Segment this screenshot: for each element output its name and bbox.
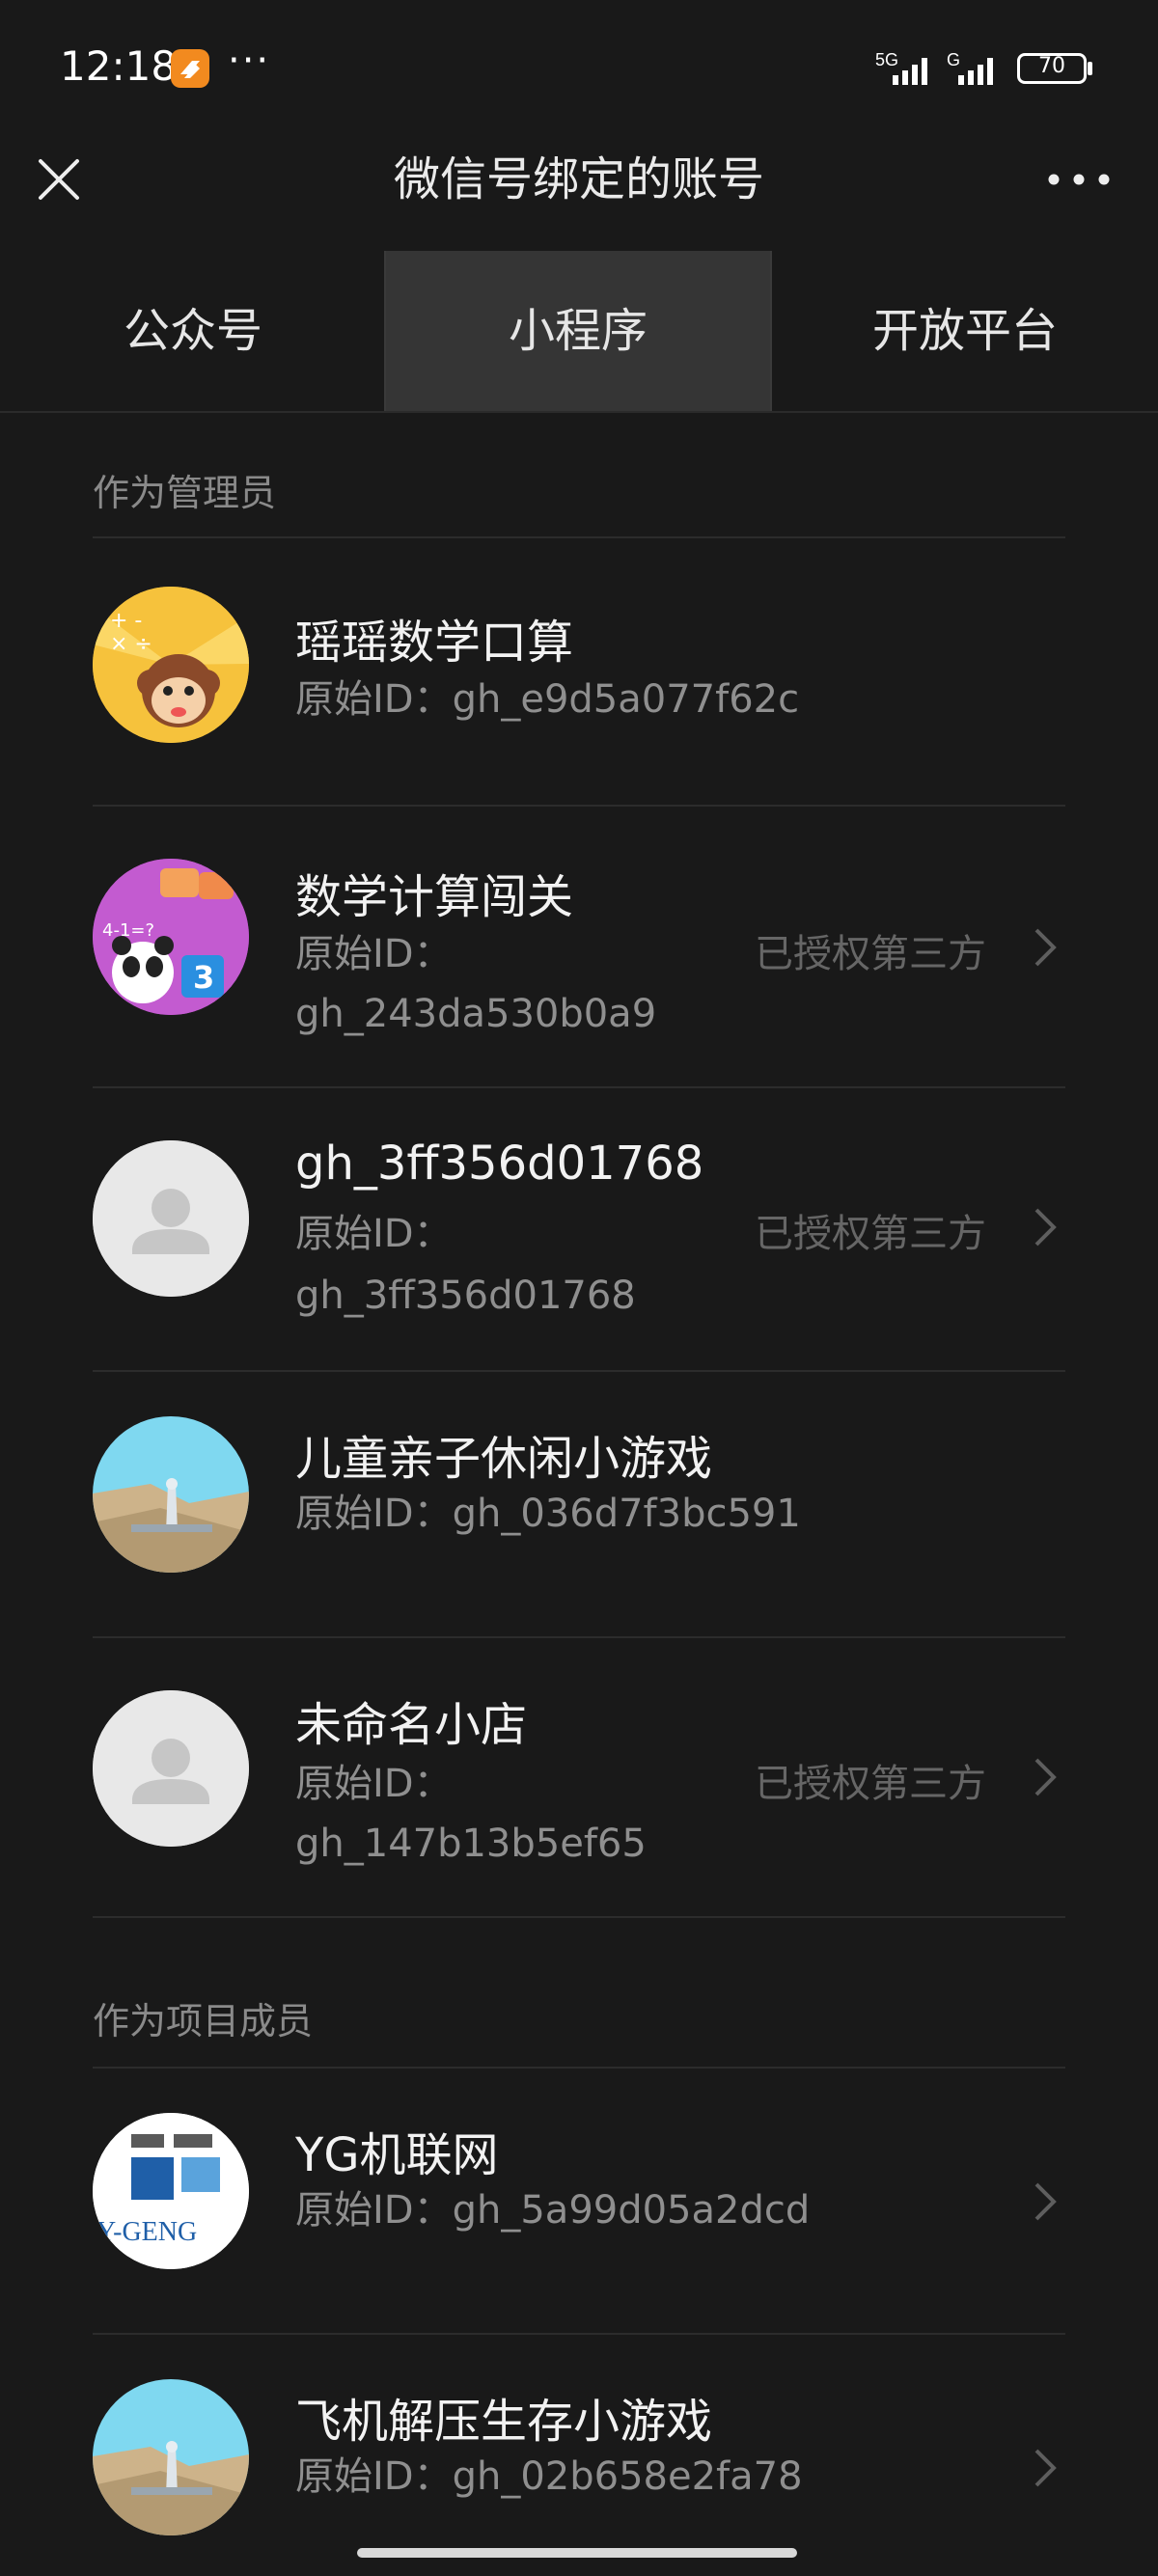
item-id-label: 原始ID： [295, 1212, 453, 1256]
authorized-status: 已授权第三方 [755, 932, 986, 976]
item-name: gh_3ff356d01768 [295, 1137, 704, 1191]
status-time: 12:18 [60, 42, 178, 90]
airplane-icon [93, 1416, 249, 1573]
yg-logo-icon: Y-GENG [93, 2113, 249, 2269]
tab-open-platform[interactable]: 开放平台 [772, 251, 1158, 411]
item-name: 瑶瑶数学口算 [295, 616, 574, 670]
item-name: YG机联网 [295, 2128, 499, 2182]
chevron-right-icon [1034, 1208, 1057, 1247]
item-id: gh_147b13b5ef65 [295, 1822, 647, 1866]
item-id: gh_243da530b0a9 [295, 992, 657, 1036]
monkey-math-icon: + - × ÷ [93, 587, 249, 743]
item-name: 儿童亲子休闲小游戏 [295, 1432, 713, 1486]
list-item[interactable]: + - × ÷ 瑶瑶数学口算 原始ID：gh_e9d5a077f62c [0, 538, 1158, 805]
battery-level: 70 [1038, 54, 1065, 78]
tab-official-accounts[interactable]: 公众号 [0, 251, 386, 411]
notification-app-icon [171, 49, 209, 88]
item-name: 数学计算闯关 [295, 870, 574, 924]
default-person-icon [93, 1140, 249, 1297]
list-item[interactable]: 4-1=? 3 数学计算闯关 原始ID： gh_243da530b0a9 已授权… [0, 807, 1158, 1086]
list-item[interactable]: Y-GENG YG机联网 原始ID：gh_5a99d05a2dcd [0, 2069, 1158, 2333]
chevron-right-icon [1034, 2182, 1057, 2221]
more-options-icon[interactable] [1042, 154, 1116, 205]
tab-bar: 公众号 小程序 开放平台 [0, 251, 1158, 413]
signal-icon: 5G G [875, 50, 993, 85]
default-person-icon [93, 1690, 249, 1847]
list-item[interactable]: 儿童亲子休闲小游戏 原始ID：gh_036d7f3bc591 [0, 1372, 1158, 1636]
svg-text:× ÷: × ÷ [110, 632, 152, 656]
page-title: 微信号绑定的账号 [393, 152, 764, 206]
divider [93, 1916, 1065, 1918]
battery-cap [1088, 62, 1092, 75]
item-id: 原始ID：gh_02b658e2fa78 [295, 2454, 803, 2499]
network-2-label: G [947, 50, 960, 69]
network-1-label: 5G [875, 50, 898, 69]
item-name: 飞机解压生存小游戏 [295, 2395, 713, 2449]
svg-text:+ -: + - [110, 609, 142, 633]
more-notifications-icon: ··· [228, 39, 271, 83]
item-id-label: 原始ID： [295, 1762, 453, 1806]
chevron-right-icon [1034, 928, 1057, 967]
yg-logo-text: Y-GENG [96, 2217, 197, 2247]
section-title-admin: 作为管理员 [93, 472, 277, 514]
item-id: 原始ID：gh_5a99d05a2dcd [295, 2188, 811, 2233]
list-item[interactable]: 未命名小店 原始ID： gh_147b13b5ef65 已授权第三方 [0, 1638, 1158, 1916]
list-item[interactable]: gh_3ff356d01768 原始ID： gh_3ff356d01768 已授… [0, 1088, 1158, 1370]
item-id-label: 原始ID： [295, 932, 453, 976]
chevron-right-icon [1034, 2449, 1057, 2487]
section-title-member: 作为项目成员 [93, 2000, 314, 2042]
item-id: 原始ID：gh_e9d5a077f62c [295, 677, 800, 722]
item-id: 原始ID：gh_036d7f3bc591 [295, 1492, 801, 1536]
list-item[interactable]: 飞机解压生存小游戏 原始ID：gh_02b658e2fa78 [0, 2335, 1158, 2576]
status-bar: 12:18 ··· 5G G 70 [0, 0, 1158, 135]
svg-text:4-1=?: 4-1=? [102, 920, 154, 941]
chevron-right-icon [1034, 1758, 1057, 1796]
tab-mini-programs[interactable]: 小程序 [384, 251, 772, 411]
battery-icon: 70 [1017, 53, 1087, 84]
item-id: gh_3ff356d01768 [295, 1274, 636, 1318]
airplane-icon [93, 2379, 249, 2535]
authorized-status: 已授权第三方 [755, 1212, 986, 1256]
authorized-status: 已授权第三方 [755, 1762, 986, 1806]
svg-text:3: 3 [193, 959, 214, 996]
home-indicator[interactable] [357, 2548, 797, 2558]
item-name: 未命名小店 [295, 1698, 528, 1752]
panda-math-icon: 4-1=? 3 [93, 859, 249, 1015]
